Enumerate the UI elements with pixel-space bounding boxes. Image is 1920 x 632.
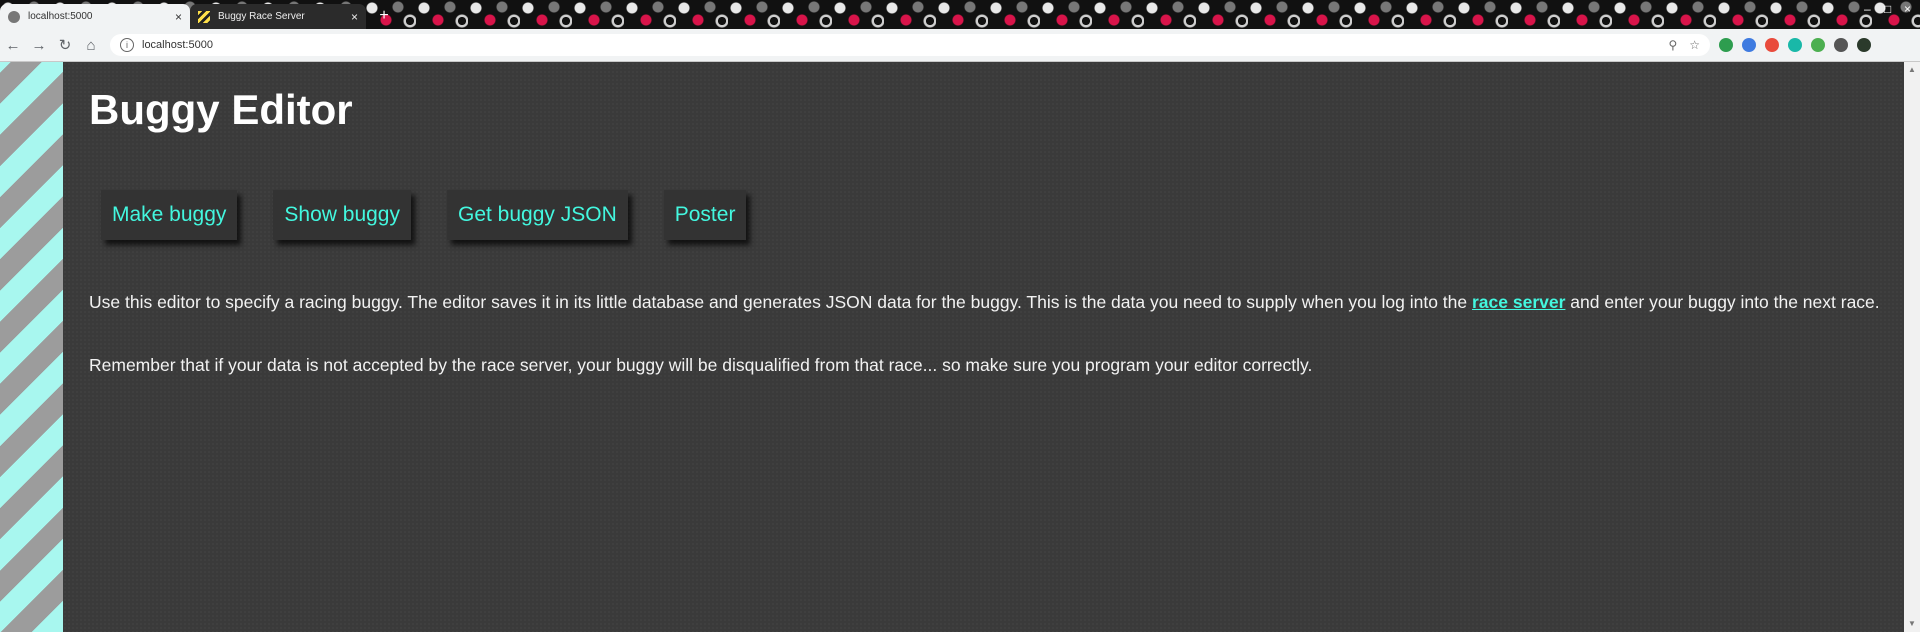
page-body [63,62,1904,632]
address-bar[interactable]: i localhost:5000 ⚲ ☆ [110,34,1710,56]
new-tab-button[interactable]: + [374,6,394,26]
maximize-icon[interactable]: □ [1884,2,1891,16]
race-flag-icon [198,10,210,23]
extension-icon[interactable] [1765,38,1779,52]
extension-icon[interactable] [1742,38,1756,52]
race-server-link[interactable]: race server [1472,292,1565,312]
tab-title: Buggy Race Server [218,11,305,22]
tab-localhost[interactable]: localhost:5000 × [0,4,190,29]
action-buttons: Make buggy Show buggy Get buggy JSON Pos… [101,190,782,240]
intro-paragraph: Use this editor to specify a racing bugg… [89,292,1889,313]
back-icon[interactable]: ← [0,37,26,54]
zoom-icon[interactable]: ⚲ [1668,38,1677,52]
url-text[interactable]: localhost:5000 [142,39,1656,51]
intro-text: Use this editor to specify a racing bugg… [89,292,1472,312]
scroll-up-icon[interactable]: ▲ [1904,62,1920,78]
puzzle-icon[interactable] [1834,38,1848,52]
forward-icon[interactable]: → [26,37,52,54]
bookmark-star-icon[interactable]: ☆ [1689,38,1700,52]
profile-avatar[interactable] [1857,38,1871,52]
intro-text-end: and enter your buggy into the next race. [1565,292,1880,312]
get-buggy-json-button[interactable]: Get buggy JSON [447,190,628,240]
make-buggy-button[interactable]: Make buggy [101,190,238,240]
extension-icon[interactable] [1788,38,1802,52]
home-icon[interactable]: ⌂ [78,37,104,54]
striped-sidebar [0,62,63,632]
poster-button[interactable]: Poster [663,190,747,240]
scrollbar[interactable]: ▲ ▼ [1904,62,1920,632]
reload-icon[interactable]: ↻ [52,36,78,54]
close-tab-icon[interactable]: × [351,10,358,24]
show-buggy-button[interactable]: Show buggy [273,190,411,240]
browser-toolbar: ← → ↻ ⌂ i localhost:5000 ⚲ ☆ [0,29,1920,62]
tab-title: localhost:5000 [28,11,93,22]
warning-paragraph: Remember that if your data is not accept… [89,355,1313,375]
tab-buggy-race-server[interactable]: Buggy Race Server × [190,4,366,29]
minimize-icon[interactable]: – [1864,2,1871,16]
close-window-icon[interactable]: × [1904,2,1911,16]
scroll-down-icon[interactable]: ▼ [1904,616,1920,632]
extension-icon[interactable] [1719,38,1733,52]
extension-icon[interactable] [1811,38,1825,52]
page-title: Buggy Editor [89,86,353,133]
info-icon[interactable]: i [120,38,134,52]
close-tab-icon[interactable]: × [175,10,182,24]
globe-icon [8,10,20,23]
tab-strip: localhost:5000 × Buggy Race Server × + –… [0,0,1920,29]
